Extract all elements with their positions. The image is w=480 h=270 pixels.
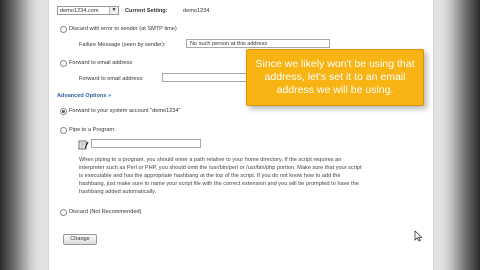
- failure-message-label: Failure Message (seen by sender):: [79, 42, 166, 48]
- failure-message-input[interactable]: No such person at this address: [186, 39, 330, 48]
- forwarder-panel: demo1234.com ▼ Current Setting: demo1234…: [48, 0, 434, 270]
- current-setting-value: demo1234: [183, 8, 210, 14]
- discard-error-radio[interactable]: [60, 26, 67, 33]
- pipe-program-radio[interactable]: [60, 127, 67, 134]
- pipe-program-input[interactable]: [91, 139, 201, 148]
- current-setting-label: Current Setting:: [125, 8, 168, 14]
- domain-select[interactable]: demo1234.com ▼: [57, 6, 119, 15]
- discard-radio[interactable]: [60, 209, 67, 216]
- forward-email-field-label: Forward to email address:: [79, 76, 144, 82]
- script-icon: [78, 140, 89, 150]
- forward-email-label: Forward to email address: [69, 60, 133, 66]
- discard-error-label: Discard with error to sender (at SMTP ti…: [69, 26, 177, 32]
- domain-select-value: demo1234.com: [60, 8, 99, 14]
- change-button[interactable]: Change: [63, 234, 97, 245]
- failure-message-value: No such person at this address: [190, 41, 268, 47]
- forward-system-label: Forward to your system account "demo1234…: [69, 108, 181, 114]
- pipe-help-text: When piping to a program, you should ent…: [79, 157, 362, 195]
- pipe-program-label: Pipe to a Program:: [69, 127, 116, 133]
- chevron-down-icon[interactable]: ▼: [109, 7, 118, 14]
- discard-label: Discard (Not Recommended): [69, 209, 142, 215]
- forward-system-radio[interactable]: [60, 108, 67, 115]
- forward-email-radio[interactable]: [60, 60, 67, 67]
- advanced-options-heading[interactable]: Advanced Options »: [57, 93, 111, 99]
- mouse-cursor-icon: [414, 230, 423, 242]
- callout-annotation: Since we likely won't be using that addr…: [246, 49, 424, 106]
